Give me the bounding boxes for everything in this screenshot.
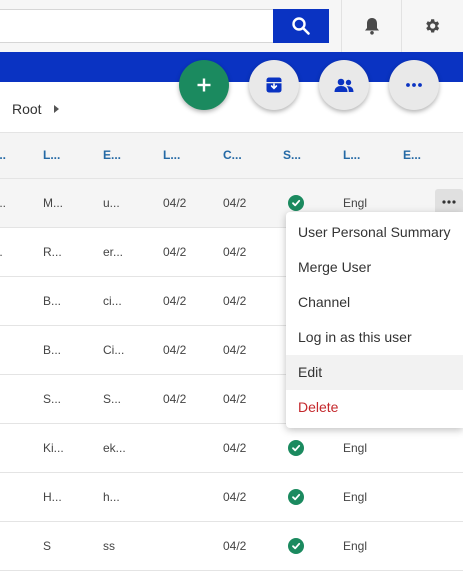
users-button[interactable]: [319, 60, 369, 110]
menu-item-merge-user[interactable]: Merge User: [286, 250, 463, 285]
table-cell: 04/2: [163, 343, 187, 357]
top-bar: [0, 0, 463, 52]
table-cell: 04/2: [223, 539, 247, 553]
menu-item-log-in-as-user[interactable]: Log in as this user: [286, 320, 463, 355]
check-circle-icon: [288, 538, 304, 554]
notifications-button[interactable]: [341, 0, 402, 52]
users-icon: [334, 78, 354, 92]
archive-icon: [266, 77, 282, 93]
table-cell: S...: [103, 392, 122, 406]
column-header[interactable]: ...: [0, 148, 6, 162]
search-icon: [292, 17, 310, 35]
table-cell: er...: [103, 245, 124, 259]
chevron-right-icon: [53, 105, 59, 113]
column-header[interactable]: C...: [223, 148, 242, 162]
table-cell: Ki...: [43, 441, 64, 455]
table-cell: 04/2: [163, 294, 187, 308]
table-cell: 04/2: [223, 441, 247, 455]
breadcrumb: Root: [12, 100, 59, 118]
add-button[interactable]: [179, 60, 229, 110]
search-button[interactable]: [273, 9, 329, 43]
bell-icon: [365, 18, 379, 35]
table-cell: ci...: [103, 294, 122, 308]
table-cell: H...: [43, 490, 62, 504]
row-context-menu: User Personal Summary Merge User Channel…: [286, 212, 463, 428]
plus-icon: [197, 78, 211, 92]
table-row[interactable]: .Sss04/2Engl: [0, 522, 463, 571]
table-cell: Engl: [343, 539, 368, 553]
table-row[interactable]: .H...h...04/2Engl: [0, 473, 463, 522]
gear-icon: [426, 19, 440, 33]
check-circle-icon: [288, 489, 304, 505]
column-header[interactable]: L...: [343, 148, 360, 162]
table-cell: ss: [103, 539, 115, 553]
breadcrumb-root[interactable]: Root: [12, 101, 42, 117]
table-row[interactable]: .Ki...ek...04/2Engl: [0, 424, 463, 473]
table-cell: 04/2: [163, 245, 187, 259]
menu-item-channel[interactable]: Channel: [286, 285, 463, 320]
table-cell: 04/2: [163, 196, 187, 210]
column-header[interactable]: E...: [403, 148, 421, 162]
table-cell: h...: [103, 490, 120, 504]
more-horizontal-icon: [406, 83, 422, 87]
table-cell: Engl: [343, 441, 368, 455]
table-cell: 04/2: [223, 245, 247, 259]
table-cell: ...: [0, 196, 7, 210]
check-circle-icon: [288, 440, 304, 456]
table-cell: ..: [0, 245, 3, 259]
table-cell: Engl: [343, 490, 368, 504]
table-cell: 04/2: [223, 196, 247, 210]
table-cell: 04/2: [223, 490, 247, 504]
table-cell: Ci...: [103, 343, 125, 357]
menu-item-delete[interactable]: Delete: [286, 390, 463, 425]
column-header[interactable]: S...: [283, 148, 301, 162]
table-cell: M...: [43, 196, 63, 210]
column-header[interactable]: L...: [163, 148, 180, 162]
table-cell: 04/2: [163, 392, 187, 406]
table-cell: 04/2: [223, 392, 247, 406]
archive-button[interactable]: [249, 60, 299, 110]
table-cell: B...: [43, 294, 62, 308]
menu-item-user-personal-summary[interactable]: User Personal Summary: [286, 215, 463, 250]
table-cell: Engl: [343, 196, 368, 210]
check-circle-icon: [288, 195, 304, 211]
table-cell: 04/2: [223, 294, 247, 308]
table-header: ... L... E... L... C... S... L... E...: [0, 132, 463, 179]
column-header[interactable]: E...: [103, 148, 121, 162]
settings-button[interactable]: [401, 0, 462, 52]
more-actions-button[interactable]: [389, 60, 439, 110]
menu-item-edit[interactable]: Edit: [286, 355, 463, 390]
search-input[interactable]: [0, 9, 274, 43]
table-cell: R...: [43, 245, 62, 259]
table-cell: 04/2: [223, 343, 247, 357]
table-cell: S: [43, 539, 52, 553]
more-horizontal-icon: [442, 200, 456, 204]
column-header[interactable]: L...: [43, 148, 60, 162]
table-cell: S...: [43, 392, 62, 406]
table-cell: u...: [103, 196, 120, 210]
table-cell: B...: [43, 343, 62, 357]
table-cell: ek...: [103, 441, 126, 455]
